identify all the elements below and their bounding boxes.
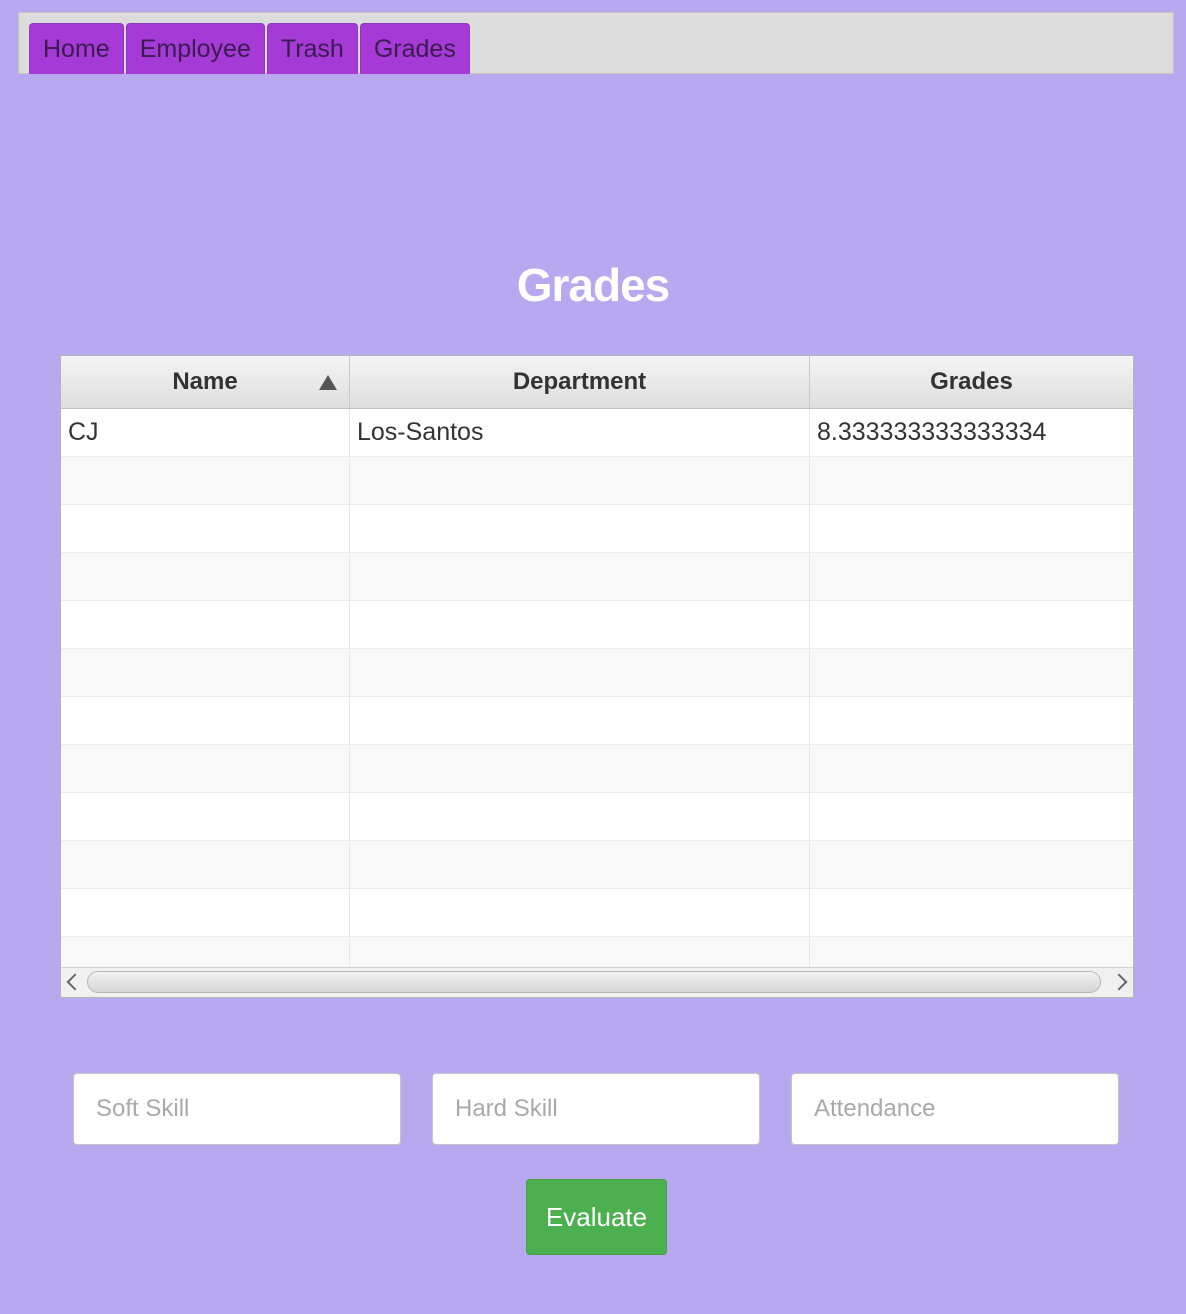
table-row[interactable] bbox=[61, 601, 1133, 649]
table-row[interactable] bbox=[61, 553, 1133, 601]
table-row[interactable] bbox=[61, 793, 1133, 841]
table-cell bbox=[350, 697, 810, 744]
table-cell bbox=[350, 457, 810, 504]
table-header: Name Department Grades bbox=[61, 356, 1133, 409]
table-cell bbox=[61, 937, 350, 968]
table-row[interactable] bbox=[61, 457, 1133, 505]
table-cell bbox=[810, 937, 1133, 968]
table-cell bbox=[810, 553, 1133, 600]
table-cell bbox=[61, 889, 350, 936]
table-cell bbox=[810, 745, 1133, 792]
table-cell bbox=[350, 745, 810, 792]
table-row[interactable] bbox=[61, 841, 1133, 889]
table-cell bbox=[61, 697, 350, 744]
table-row[interactable] bbox=[61, 697, 1133, 745]
table-cell: Los-Santos bbox=[350, 409, 810, 456]
column-header-department[interactable]: Department bbox=[350, 356, 810, 408]
page-title: Grades bbox=[516, 259, 671, 311]
table-cell bbox=[810, 697, 1133, 744]
horizontal-scrollbar[interactable] bbox=[61, 967, 1133, 997]
attendance-input[interactable] bbox=[791, 1073, 1119, 1145]
table-cell bbox=[810, 601, 1133, 648]
table-cell bbox=[350, 793, 810, 840]
table-cell bbox=[61, 553, 350, 600]
hard-skill-input[interactable] bbox=[432, 1073, 760, 1145]
table-cell: 8.333333333333334 bbox=[817, 418, 1047, 446]
tab-grades[interactable]: Grades bbox=[359, 23, 470, 74]
table-cell bbox=[810, 505, 1133, 552]
table-row[interactable] bbox=[61, 937, 1133, 968]
scrollbar-thumb[interactable] bbox=[87, 971, 1101, 993]
table-cell bbox=[61, 793, 350, 840]
table-cell bbox=[61, 457, 350, 504]
table-cell bbox=[350, 841, 810, 888]
grades-table: Name Department Grades CJ Los-Santos 8.333… bbox=[60, 355, 1134, 998]
scroll-left-icon[interactable] bbox=[66, 973, 84, 991]
table-cell bbox=[61, 841, 350, 888]
tab-trash[interactable]: Trash bbox=[266, 23, 358, 74]
column-header-grades[interactable]: Grades bbox=[810, 356, 1133, 408]
table-cell bbox=[350, 505, 810, 552]
sort-ascending-icon bbox=[319, 375, 337, 390]
soft-skill-input[interactable] bbox=[73, 1073, 401, 1145]
tab-home[interactable]: Home bbox=[29, 23, 124, 74]
table-cell bbox=[61, 505, 350, 552]
table-row[interactable] bbox=[61, 889, 1133, 937]
table-body: CJ Los-Santos 8.333333333333334 bbox=[61, 409, 1133, 968]
table-row[interactable]: CJ Los-Santos 8.333333333333334 bbox=[61, 409, 1133, 457]
table-cell bbox=[61, 601, 350, 648]
table-cell bbox=[350, 649, 810, 696]
table-cell bbox=[350, 601, 810, 648]
column-header-label: Name bbox=[172, 368, 238, 395]
tab-list: Home Employee Trash Grades bbox=[29, 23, 470, 74]
table-cell bbox=[810, 649, 1133, 696]
table-cell bbox=[810, 841, 1133, 888]
table-cell bbox=[350, 553, 810, 600]
tab-bar: Home Employee Trash Grades bbox=[18, 12, 1174, 74]
table-cell bbox=[810, 793, 1133, 840]
column-header-name[interactable]: Name bbox=[61, 356, 350, 408]
table-cell bbox=[350, 889, 810, 936]
table-cell bbox=[61, 745, 350, 792]
column-header-label: Grades bbox=[930, 368, 1013, 395]
column-header-label: Department bbox=[512, 368, 647, 395]
table-cell: CJ bbox=[61, 409, 350, 456]
table-row[interactable] bbox=[61, 505, 1133, 553]
table-row[interactable] bbox=[61, 649, 1133, 697]
tab-employee[interactable]: Employee bbox=[125, 23, 265, 74]
table-cell bbox=[810, 889, 1133, 936]
table-cell bbox=[350, 937, 810, 968]
evaluate-button[interactable]: Evaluate bbox=[526, 1179, 667, 1255]
scroll-right-icon[interactable] bbox=[1110, 973, 1128, 991]
table-cell bbox=[61, 649, 350, 696]
table-cell bbox=[810, 457, 1133, 504]
table-row[interactable] bbox=[61, 745, 1133, 793]
